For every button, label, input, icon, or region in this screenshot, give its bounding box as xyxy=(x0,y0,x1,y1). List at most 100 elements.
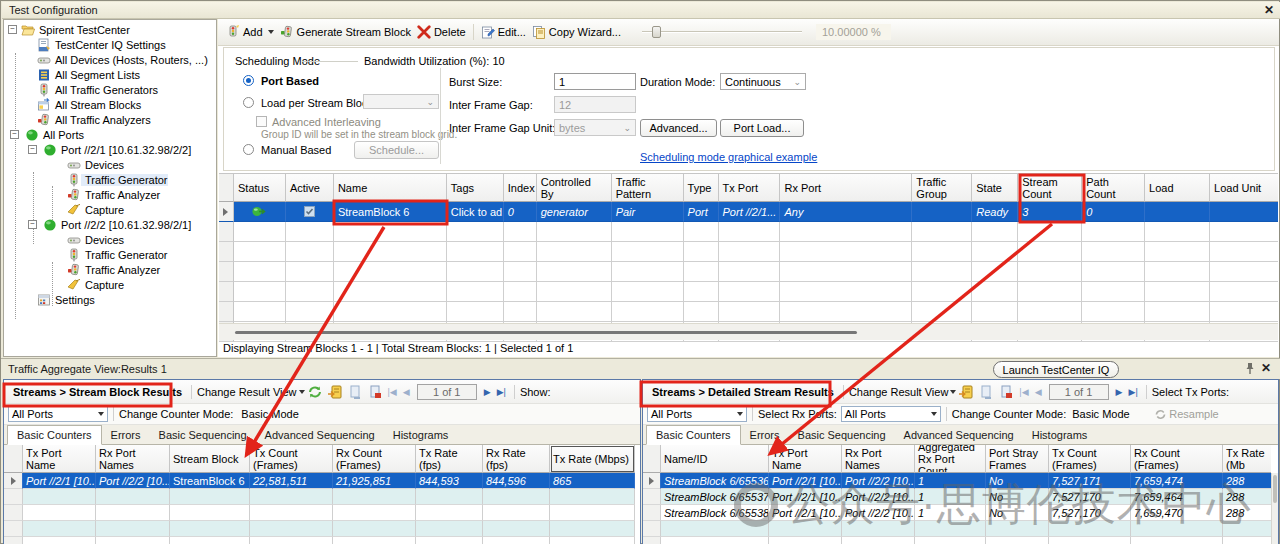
col-tx-rate-mbps[interactable]: Tx Rate (Mbps) xyxy=(550,445,635,473)
next-page-icon[interactable]: ▶ xyxy=(1116,387,1123,397)
col-rx-port-names[interactable]: Rx Port Names xyxy=(842,445,915,473)
change-result-view-button[interactable]: Change Result View xyxy=(849,386,948,398)
delete-button[interactable]: Delete xyxy=(414,23,469,41)
col-rx-rate-fps[interactable]: Rx Rate (fps) xyxy=(483,445,550,473)
result-row[interactable]: Port //2/1 [10... Port //2/2 [10.... Str… xyxy=(4,473,640,489)
col-header-stream-count[interactable]: Stream Count xyxy=(1018,173,1082,202)
duration-mode-combo[interactable]: Continuous⌄ xyxy=(720,73,806,90)
refresh-icon[interactable] xyxy=(307,384,323,400)
last-page-icon[interactable]: ▶| xyxy=(1128,387,1137,397)
col-tx-count[interactable]: Tx Count (Frames) xyxy=(1049,445,1131,473)
load-per-stream-block-radio[interactable] xyxy=(243,97,254,108)
col-header-path-count[interactable]: Path Count xyxy=(1082,173,1145,202)
ports-filter-combo[interactable]: All Ports xyxy=(8,406,108,422)
tree-item-all-traffic-analyzers[interactable]: All Traffic Analyzers xyxy=(4,112,151,127)
col-aggregated-rx[interactable]: Aggregated Rx Port Count xyxy=(915,445,986,473)
cell-tags[interactable]: Click to ad... xyxy=(447,202,504,222)
col-rx-count[interactable]: Rx Count (Frames) xyxy=(1131,445,1223,473)
tab-advanced-sequencing[interactable]: Advanced Sequencing xyxy=(895,426,1023,444)
counter-mode-combo[interactable]: Basic Mode xyxy=(1072,408,1152,420)
burst-size-input[interactable]: 1 xyxy=(554,73,636,90)
col-tx-port-name[interactable]: Tx Port Name xyxy=(23,445,96,473)
tree-item-port-2-2[interactable]: Port //2/2 [10.61.32.98/2/1] xyxy=(4,217,191,232)
cell-active[interactable] xyxy=(286,202,334,222)
add-button[interactable]: Add xyxy=(223,23,277,41)
col-tx-count[interactable]: Tx Count (Frames) xyxy=(250,445,333,473)
col-header-name[interactable]: Name xyxy=(334,173,447,202)
prev-page-icon[interactable]: ◀ xyxy=(403,387,410,397)
col-header-tx-port[interactable]: Tx Port xyxy=(719,173,781,202)
pin-icon[interactable] xyxy=(1244,362,1256,375)
first-page-icon[interactable]: |◀ xyxy=(1019,387,1028,397)
port-based-radio[interactable] xyxy=(243,75,254,86)
view-selector[interactable]: Streams > Stream Block Results xyxy=(9,386,186,398)
scrollbar-thumb[interactable] xyxy=(1273,475,1277,503)
export-results-icon[interactable] xyxy=(978,384,994,400)
tree-item-capture[interactable]: Capture xyxy=(4,277,124,292)
counter-mode-combo[interactable]: Basic Mode xyxy=(241,408,346,420)
col-header-traffic-pattern[interactable]: Traffic Pattern xyxy=(612,173,684,202)
export-results-icon[interactable] xyxy=(347,384,363,400)
tree-item-devices[interactable]: Devices xyxy=(4,232,124,247)
col-tx-rate-mb[interactable]: Tx Rate (Mb xyxy=(1223,445,1271,473)
cell-name[interactable]: StreamBlock 6 xyxy=(334,202,447,222)
load-per-stream-combo[interactable]: ⌄ xyxy=(363,94,439,109)
scrollbar-thumb[interactable] xyxy=(235,331,857,334)
tree-item-traffic-analyzer[interactable]: Traffic Analyzer xyxy=(4,187,160,202)
collapse-icon[interactable] xyxy=(28,220,37,229)
generate-stream-block-button[interactable]: Generate Stream Block xyxy=(277,23,414,41)
tree-item-port-2-1[interactable]: Port //2/1 [10.61.32.98/2/2] xyxy=(4,142,191,157)
utilization-slider[interactable] xyxy=(642,25,802,39)
tab-errors[interactable]: Errors xyxy=(741,426,789,444)
launch-testcenter-iq-button[interactable]: Launch TestCenter IQ xyxy=(993,361,1119,378)
col-header-rx-port[interactable]: Rx Port xyxy=(780,173,912,202)
col-rx-count[interactable]: Rx Count (Frames) xyxy=(333,445,416,473)
tab-basic-sequencing[interactable]: Basic Sequencing xyxy=(150,426,256,444)
tree-item-traffic-generator[interactable]: Traffic Generator xyxy=(4,247,168,262)
results-close-icon[interactable]: ✕ xyxy=(1261,361,1271,375)
tab-errors[interactable]: Errors xyxy=(102,426,150,444)
advanced-interleaving-checkbox[interactable] xyxy=(256,116,267,127)
schedule-button[interactable]: Schedule... xyxy=(354,141,439,159)
tree-item-all-ports[interactable]: All Ports xyxy=(4,127,84,142)
col-name-id[interactable]: Name/ID xyxy=(661,445,769,473)
prev-page-icon[interactable]: ◀ xyxy=(1035,387,1042,397)
tree-item-capture[interactable]: Capture xyxy=(4,202,124,217)
last-page-icon[interactable]: ▶| xyxy=(497,387,506,397)
col-header-controlledby[interactable]: Controlled By xyxy=(537,173,612,202)
collapse-icon[interactable] xyxy=(10,130,19,139)
close-icon[interactable]: ✕ xyxy=(1264,3,1274,17)
col-tx-rate-fps[interactable]: Tx Rate (fps) xyxy=(416,445,483,473)
tab-histograms[interactable]: Histograms xyxy=(1023,426,1097,444)
tab-histograms[interactable]: Histograms xyxy=(384,426,458,444)
next-page-icon[interactable]: ▶ xyxy=(484,387,491,397)
col-header-index[interactable]: Index xyxy=(504,173,537,202)
tree-item-all-segment-lists[interactable]: All Segment Lists xyxy=(4,67,140,82)
col-header-active[interactable]: Active xyxy=(286,173,334,202)
tree-item-settings[interactable]: Settings xyxy=(4,292,95,307)
view-selector[interactable]: Streams > Detailed Stream Results xyxy=(648,386,838,398)
save-results-icon[interactable] xyxy=(998,384,1014,400)
col-header-load-unit[interactable]: Load Unit xyxy=(1210,173,1278,202)
import-results-icon[interactable] xyxy=(958,384,974,400)
slider-thumb[interactable] xyxy=(652,26,661,38)
collapse-icon[interactable] xyxy=(8,25,17,34)
tree-item-all-devices[interactable]: All Devices (Hosts, Routers, ...) xyxy=(4,52,208,67)
col-header-tags[interactable]: Tags xyxy=(447,173,504,202)
tab-advanced-sequencing[interactable]: Advanced Sequencing xyxy=(256,426,384,444)
col-header-traffic-group[interactable]: Traffic Group xyxy=(912,173,972,202)
col-header-load[interactable]: Load xyxy=(1145,173,1210,202)
copy-wizard-button[interactable]: Copy Wizard... xyxy=(529,23,624,41)
col-tx-port-name[interactable]: Tx Port Name xyxy=(769,445,842,473)
collapse-icon[interactable] xyxy=(28,145,37,154)
col-port-stray[interactable]: Port Stray Frames xyxy=(986,445,1049,473)
manual-based-radio[interactable] xyxy=(243,144,254,155)
tree-item-testcenter-iq-settings[interactable]: TestCenter IQ Settings xyxy=(4,37,166,52)
inter-frame-gap-input[interactable]: 12 xyxy=(554,96,636,113)
port-load-button[interactable]: Port Load... xyxy=(720,119,804,137)
change-result-view-button[interactable]: Change Result View xyxy=(197,386,296,398)
rx-ports-combo[interactable]: All Ports xyxy=(841,406,941,422)
first-page-icon[interactable]: |◀ xyxy=(388,387,397,397)
tree-item-spirent-testcenter[interactable]: Spirent TestCenter xyxy=(4,22,130,37)
tree-item-traffic-analyzer[interactable]: Traffic Analyzer xyxy=(4,262,160,277)
